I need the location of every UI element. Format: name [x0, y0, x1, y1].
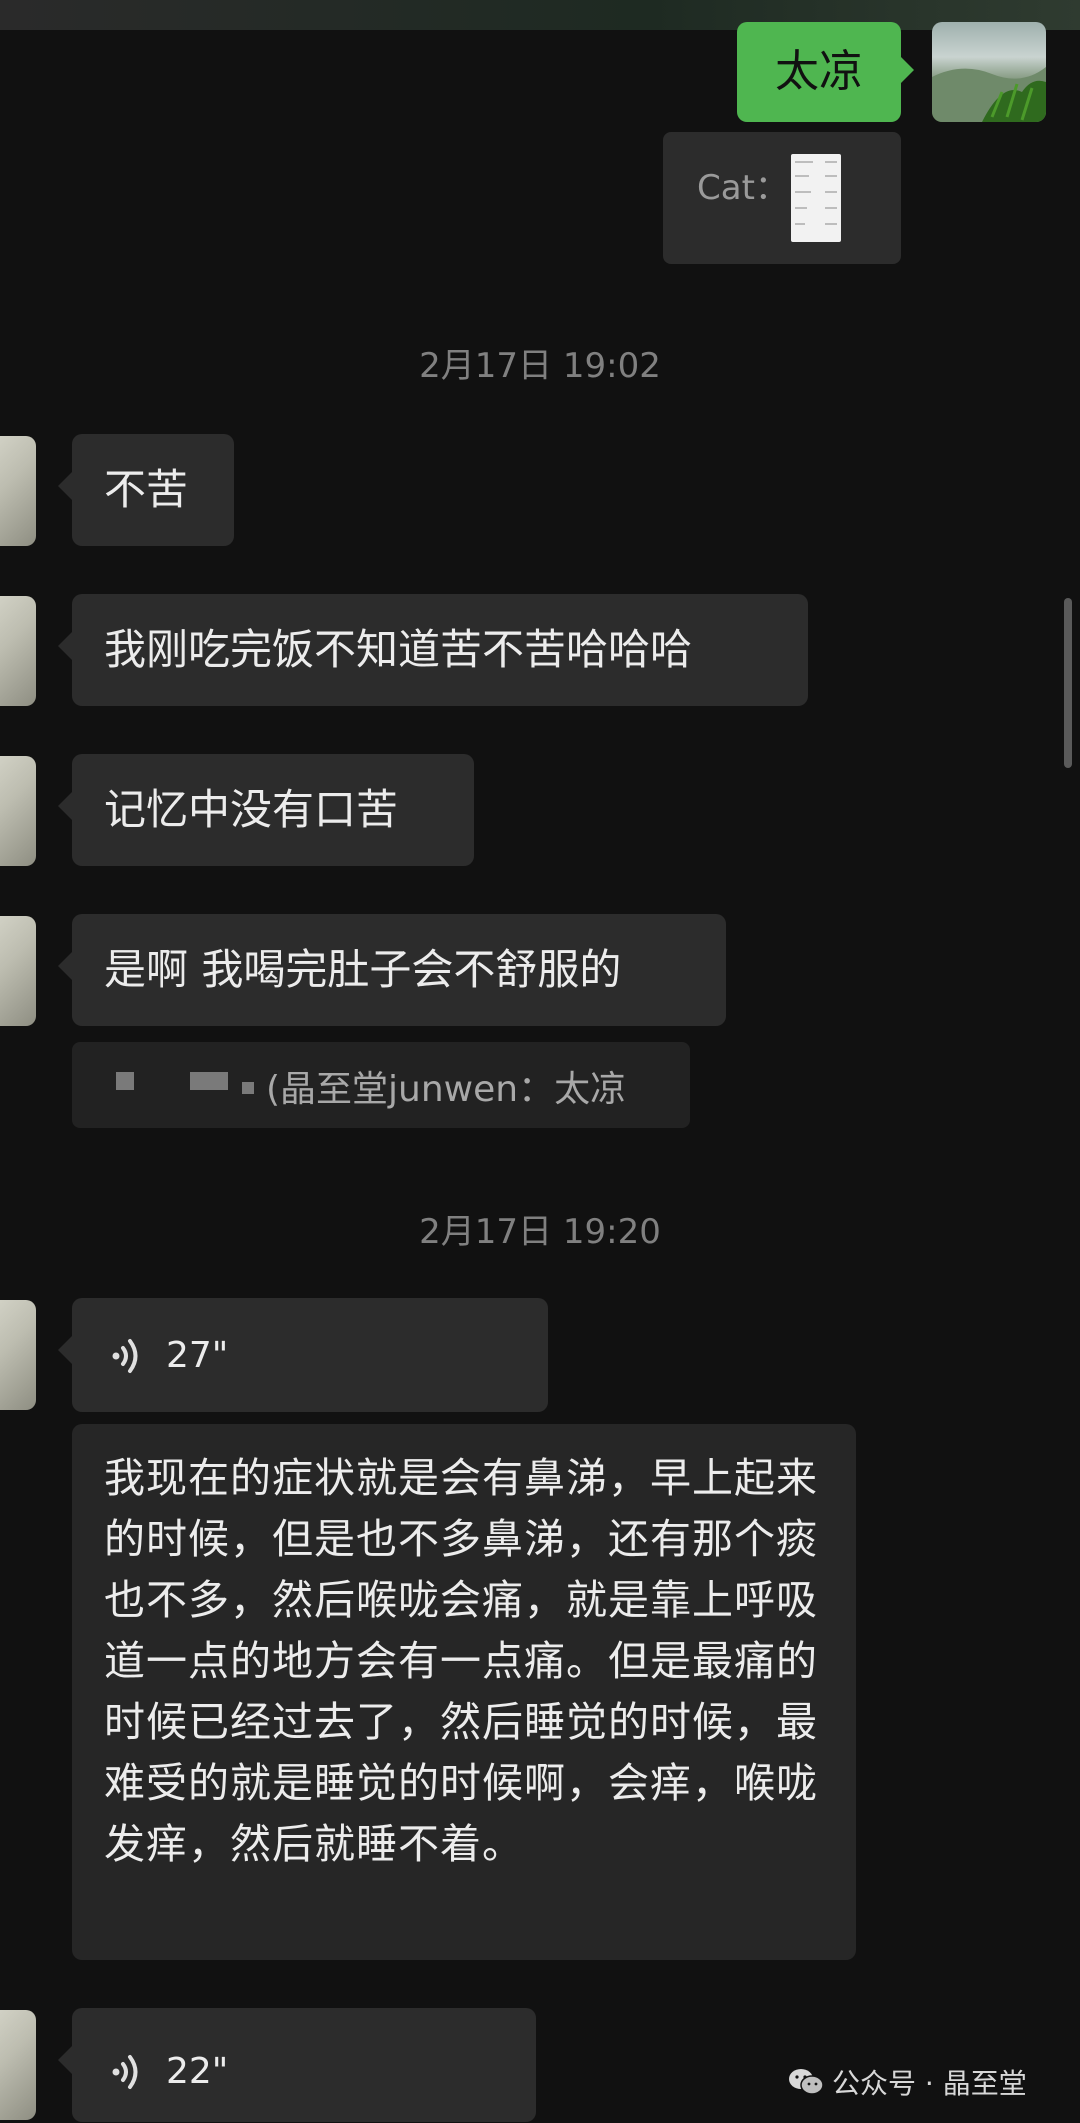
sent-bubble[interactable]: 太凉 — [737, 22, 901, 122]
quote-reply-text: (晶至堂junwen：太凉 — [266, 1069, 627, 1110]
contact-avatar[interactable] — [0, 1300, 36, 1410]
quoted-screenshot-thumbnail[interactable] — [791, 154, 841, 242]
self-avatar[interactable] — [932, 22, 1046, 122]
voice-message-bubble[interactable]: 22" — [58, 2008, 536, 2122]
redacted-mark — [190, 1072, 228, 1090]
contact-avatar[interactable] — [0, 2010, 36, 2120]
quote-reply-card[interactable]: (晶至堂junwen：太凉 — [72, 1042, 690, 1128]
transcript-text: 我现在的症状就是会有鼻涕，早上起来的时候，但是也不多鼻涕，还有那个痰也不多，然后… — [104, 1454, 818, 1868]
contact-avatar[interactable] — [0, 756, 36, 866]
bubble-tail — [58, 952, 72, 980]
voice-duration: 22" — [166, 2051, 229, 2092]
timestamp: 2月17日 19:20 — [419, 1212, 661, 1252]
sent-bubble-tail — [900, 56, 914, 84]
contact-avatar[interactable] — [0, 436, 36, 546]
watermark-text: 公众号 · 晶至堂 — [832, 2067, 1027, 2100]
voice-message-bubble[interactable]: 27" — [58, 1298, 548, 1412]
quoted-image-card[interactable]: Cat： — [663, 132, 901, 264]
contact-avatar[interactable] — [0, 916, 36, 1026]
voice-wave-icon — [112, 2055, 138, 2089]
thumbnail-lines — [795, 161, 837, 225]
voice-wave-icon — [112, 1339, 138, 1373]
message-bubble[interactable]: 不苦 — [58, 434, 234, 546]
bubble-tail — [58, 472, 72, 500]
timestamp: 2月17日 19:02 — [419, 346, 661, 386]
quote-sender-label: Cat： — [697, 168, 789, 208]
message-text: 不苦 — [104, 465, 189, 514]
bubble-tail — [58, 792, 72, 820]
wechat-icon — [789, 2069, 824, 2095]
landscape-avatar-image — [932, 67, 1046, 122]
contact-avatar[interactable] — [0, 596, 36, 706]
redacted-mark — [242, 1082, 254, 1094]
message-text: 记忆中没有口苦 — [104, 785, 399, 834]
message-bubble[interactable]: 我刚吃完饭不知道苦不苦哈哈哈 — [58, 594, 808, 706]
watermark: 公众号 · 晶至堂 — [788, 2060, 1027, 2104]
message-bubble[interactable]: 记忆中没有口苦 — [58, 754, 474, 866]
bubble-tail — [58, 632, 72, 660]
message-bubble[interactable]: 是啊 我喝完肚子会不舒服的 — [58, 914, 726, 1026]
bubble-tail — [58, 2046, 72, 2074]
sent-text: 太凉 — [775, 46, 863, 97]
redacted-mark — [116, 1072, 134, 1090]
message-text: 我刚吃完饭不知道苦不苦哈哈哈 — [104, 625, 693, 674]
voice-duration: 27" — [166, 1335, 229, 1376]
message-text: 是啊 我喝完肚子会不舒服的 — [104, 945, 622, 994]
bubble-tail — [58, 1336, 72, 1364]
top-edge — [0, 0, 1080, 30]
voice-transcript[interactable]: 我现在的症状就是会有鼻涕，早上起来的时候，但是也不多鼻涕，还有那个痰也不多，然后… — [72, 1424, 856, 1960]
scrollbar-thumb[interactable] — [1064, 598, 1072, 768]
